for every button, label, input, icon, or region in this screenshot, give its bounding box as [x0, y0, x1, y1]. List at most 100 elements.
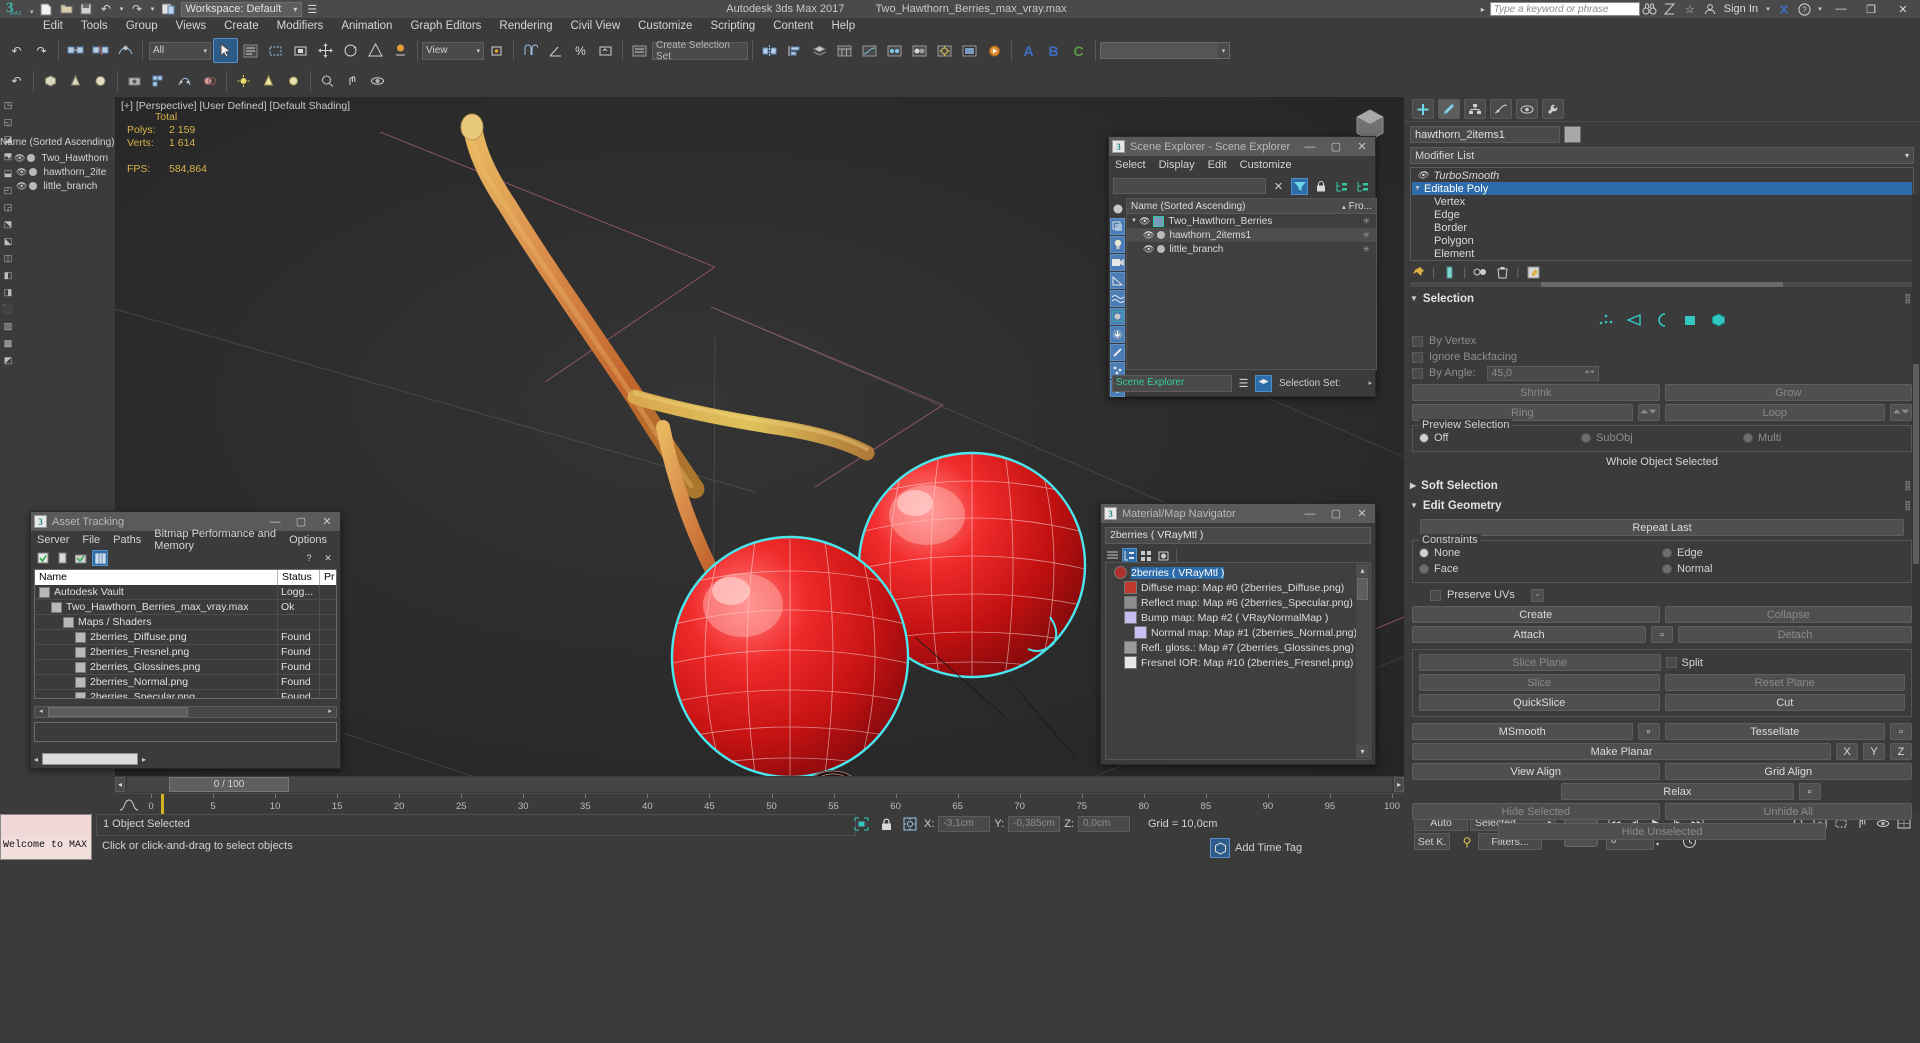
lock-icon[interactable] — [1312, 178, 1329, 195]
asset-table-row[interactable]: 2berries_Glossines.png Found — [35, 660, 336, 675]
redo-icon[interactable]: ↷ — [129, 1, 146, 17]
tessellate-button[interactable]: Tessellate — [1664, 723, 1885, 740]
pin-stack-icon[interactable] — [1410, 264, 1426, 280]
modifier-list-dropdown[interactable]: Modifier List ▾ — [1410, 147, 1914, 164]
filter-shapes-icon[interactable] — [1110, 218, 1125, 235]
constraint-edge-radio[interactable] — [1662, 548, 1672, 558]
scene-explorer-name-field[interactable]: Scene Explorer — [1112, 374, 1232, 392]
at-menu-file[interactable]: File — [82, 534, 100, 546]
select-and-rotate-button[interactable] — [338, 38, 363, 63]
align-text-b-button[interactable]: B — [1041, 38, 1066, 63]
grow-button[interactable]: Grow — [1664, 384, 1912, 401]
layer-explorer-button[interactable] — [807, 38, 832, 63]
help-icon[interactable]: ? — [1794, 0, 1814, 18]
modifier-stack-item[interactable]: Element — [1412, 247, 1912, 260]
expand-triangle-icon[interactable]: ▼ — [6, 155, 12, 161]
slice-button[interactable]: Slice — [1419, 674, 1660, 691]
se-menu-customize[interactable]: Customize — [1240, 159, 1292, 171]
ignore-backfacing-checkbox[interactable] — [1412, 351, 1423, 363]
constraint-none-row[interactable]: None — [1419, 545, 1662, 561]
material-navigator-row[interactable]: Normal map: Map #1 (2berries_Normal.png) — [1106, 625, 1370, 640]
detach-button[interactable]: Detach — [1678, 626, 1912, 643]
max-logo[interactable]: 3 MAX — [0, 0, 34, 18]
filter-funnel-icon[interactable] — [1291, 177, 1308, 195]
unlink-selection-button[interactable] — [88, 38, 113, 63]
border-subobject-icon[interactable] — [1653, 312, 1671, 328]
render-production-button[interactable] — [982, 38, 1007, 63]
named-selection-sets-field[interactable]: Create Selection Set — [652, 40, 748, 62]
tab-display[interactable] — [1516, 99, 1538, 119]
asset-table-row[interactable]: 2berries_Specular.png Found — [35, 690, 336, 698]
constraint-normal-radio[interactable] — [1662, 564, 1672, 574]
rollout-header-edit-geometry[interactable]: ▼ Edit Geometry ⣿ — [1404, 497, 1920, 514]
scene-explorer-row[interactable]: 👁 hawthorn_2items1 ✳ — [1127, 228, 1376, 242]
vertex-subobject-icon[interactable] — [1597, 312, 1615, 328]
clone-tool-button[interactable] — [197, 69, 222, 94]
eye-icon[interactable]: 👁 — [16, 167, 27, 178]
freeze-icon[interactable]: ✳ — [1362, 216, 1376, 227]
maxscript-mini-listener[interactable]: Welcome to MAX — [0, 814, 92, 860]
left-toolbar-button-10[interactable]: ◫ — [0, 250, 16, 267]
material-map-navigator-window[interactable]: 3 Material/Map Navigator — ▢ ✕ 2berries … — [1100, 503, 1376, 765]
remove-modifier-icon[interactable] — [1494, 264, 1510, 280]
y-coordinate-field[interactable]: -0,385cm — [1008, 816, 1061, 832]
explorer-layer-icon[interactable] — [1255, 374, 1272, 392]
sign-in-dropdown-icon[interactable]: ▾ — [1762, 0, 1774, 18]
maximize-button[interactable]: ▢ — [1323, 137, 1349, 156]
clear-search-icon[interactable]: ✕ — [1270, 178, 1287, 195]
redo-button[interactable]: ↷ — [29, 38, 54, 63]
open-mini-curve-editor-icon[interactable] — [117, 796, 141, 813]
slice-plane-button[interactable]: Slice Plane — [1419, 654, 1661, 671]
expand-triangle-icon[interactable]: ▼ — [1131, 218, 1137, 224]
pan-tool-button[interactable] — [340, 69, 365, 94]
material-navigator-row[interactable]: 2berries ( VRayMtl ) — [1106, 565, 1370, 580]
outliner-row[interactable]: 👁 little_branch — [0, 179, 115, 193]
asset-table-row[interactable]: 2berries_Normal.png Found — [35, 675, 336, 690]
stack-horizontal-scrollbar[interactable] — [1410, 282, 1914, 287]
rollout-header-soft-selection[interactable]: ▶ Soft Selection ⣿ — [1404, 477, 1920, 494]
make-planar-x-button[interactable]: X — [1836, 743, 1858, 760]
outliner-row[interactable]: 👁 hawthorn_2ite — [0, 165, 115, 179]
schematic-view-button[interactable] — [882, 38, 907, 63]
freeze-icon[interactable]: ✳ — [1362, 244, 1376, 255]
filter-space-warps-icon[interactable] — [1110, 290, 1125, 307]
scene-explorer-list[interactable]: Name (Sorted Ascending) ▴ Fro... ▼ 👁 Two_Ha… — [1126, 198, 1377, 370]
help-icon[interactable]: ? — [301, 550, 317, 566]
asset-tracking-window[interactable]: 3 Asset Tracking — ▢ ✕ Server File Paths Bi… — [30, 511, 341, 769]
outliner-row[interactable]: ▼ 👁 Two_Hawthorn — [0, 151, 115, 165]
preview-off-radio[interactable] — [1419, 433, 1429, 443]
rollout-header-selection[interactable]: ▼ Selection ⣿ — [1404, 290, 1920, 307]
selection-lock-icon[interactable] — [876, 815, 896, 833]
undo-icon[interactable]: ↶ — [98, 1, 115, 17]
menu-item-help[interactable]: Help — [822, 18, 864, 35]
snaps-toggle-button[interactable] — [518, 38, 543, 63]
bind-to-space-warp-button[interactable] — [113, 38, 138, 63]
scroll-left-icon[interactable]: ◂ — [34, 755, 38, 764]
preview-subobj-radio-row[interactable]: SubObj — [1581, 430, 1743, 446]
by-vertex-checkbox[interactable] — [1412, 335, 1423, 347]
spinner-snap-button[interactable] — [593, 38, 618, 63]
filter-cameras-icon[interactable] — [1110, 254, 1125, 271]
asset-tracking-table[interactable]: Name Status Pr Autodesk Vault Logg... Two_… — [34, 569, 337, 699]
asset-table-row[interactable]: 2berries_Diffuse.png Found — [35, 630, 336, 645]
time-slider-track[interactable]: 0 / 100 — [127, 777, 1392, 792]
scroll-right-icon[interactable]: ▸ — [324, 707, 336, 717]
modifier-stack[interactable]: 👁 TurboSmooth ▼ Editable Poly Vertex Edge Bord… — [1410, 167, 1914, 261]
filter-geometry-icon[interactable] — [1110, 200, 1125, 217]
left-toolbar-button-7[interactable]: ◲ — [0, 199, 16, 216]
view-small-icons-icon[interactable] — [1139, 548, 1154, 563]
eye-icon[interactable]: 👁 — [16, 181, 27, 192]
ignore-backfacing-row[interactable]: Ignore Backfacing — [1412, 349, 1912, 365]
split-checkbox[interactable] — [1665, 657, 1677, 668]
spot-light-button[interactable] — [256, 69, 281, 94]
left-toolbar-button-9[interactable]: ⬕ — [0, 233, 16, 250]
scene-explorer-column-header[interactable]: Name (Sorted Ascending) ▴ Fro... — [1127, 199, 1376, 214]
preview-multi-radio-row[interactable]: Multi — [1743, 430, 1905, 446]
save-file-icon[interactable] — [78, 1, 95, 17]
relax-button[interactable]: Relax — [1561, 783, 1794, 800]
material-slot-preview[interactable]: ▾ — [1100, 42, 1230, 59]
scroll-down-icon[interactable]: ▾ — [1356, 745, 1369, 758]
workspace-overflow-icon[interactable]: ☰ — [307, 3, 317, 16]
modifier-stack-item[interactable]: ▼ Editable Poly — [1412, 182, 1912, 195]
zoom-tool-button[interactable] — [315, 69, 340, 94]
